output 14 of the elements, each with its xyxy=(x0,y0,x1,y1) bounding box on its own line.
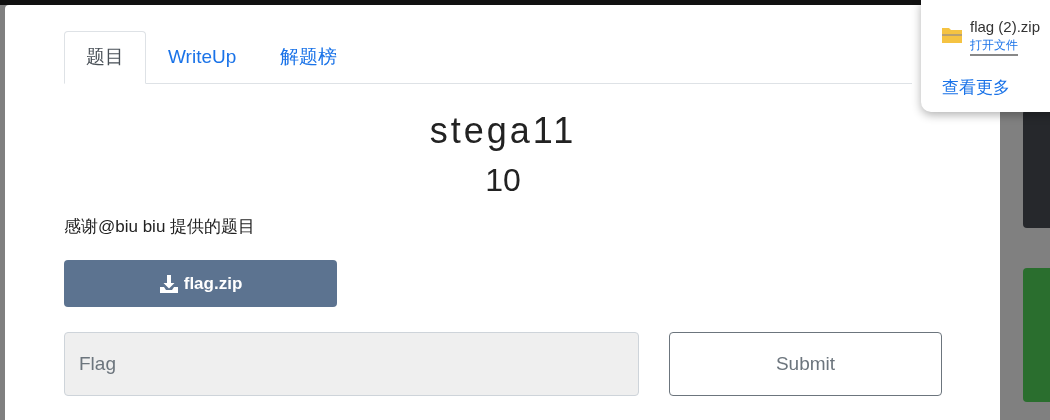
tab[interactable]: WriteUp xyxy=(146,31,259,84)
download-icon xyxy=(158,273,179,294)
see-more-link[interactable]: 查看更多 xyxy=(942,76,1010,99)
submit-button[interactable]: Submit xyxy=(669,332,942,396)
tab[interactable]: 解题榜 xyxy=(258,31,360,84)
challenge-points: 10 xyxy=(484,162,522,199)
download-button[interactable]: flag.zip xyxy=(64,260,337,307)
challenge-description: 感谢@biu biu 提供的题目 xyxy=(64,216,256,238)
zip-folder-icon xyxy=(942,27,962,43)
open-file-link[interactable]: 打开文件 xyxy=(970,37,1018,56)
flag-input-field[interactable]: Flag xyxy=(64,332,639,396)
tab[interactable]: 题目 xyxy=(64,31,146,84)
file-name: flag (2).zip xyxy=(970,18,1041,35)
challenge-title: stega11 xyxy=(428,110,578,152)
